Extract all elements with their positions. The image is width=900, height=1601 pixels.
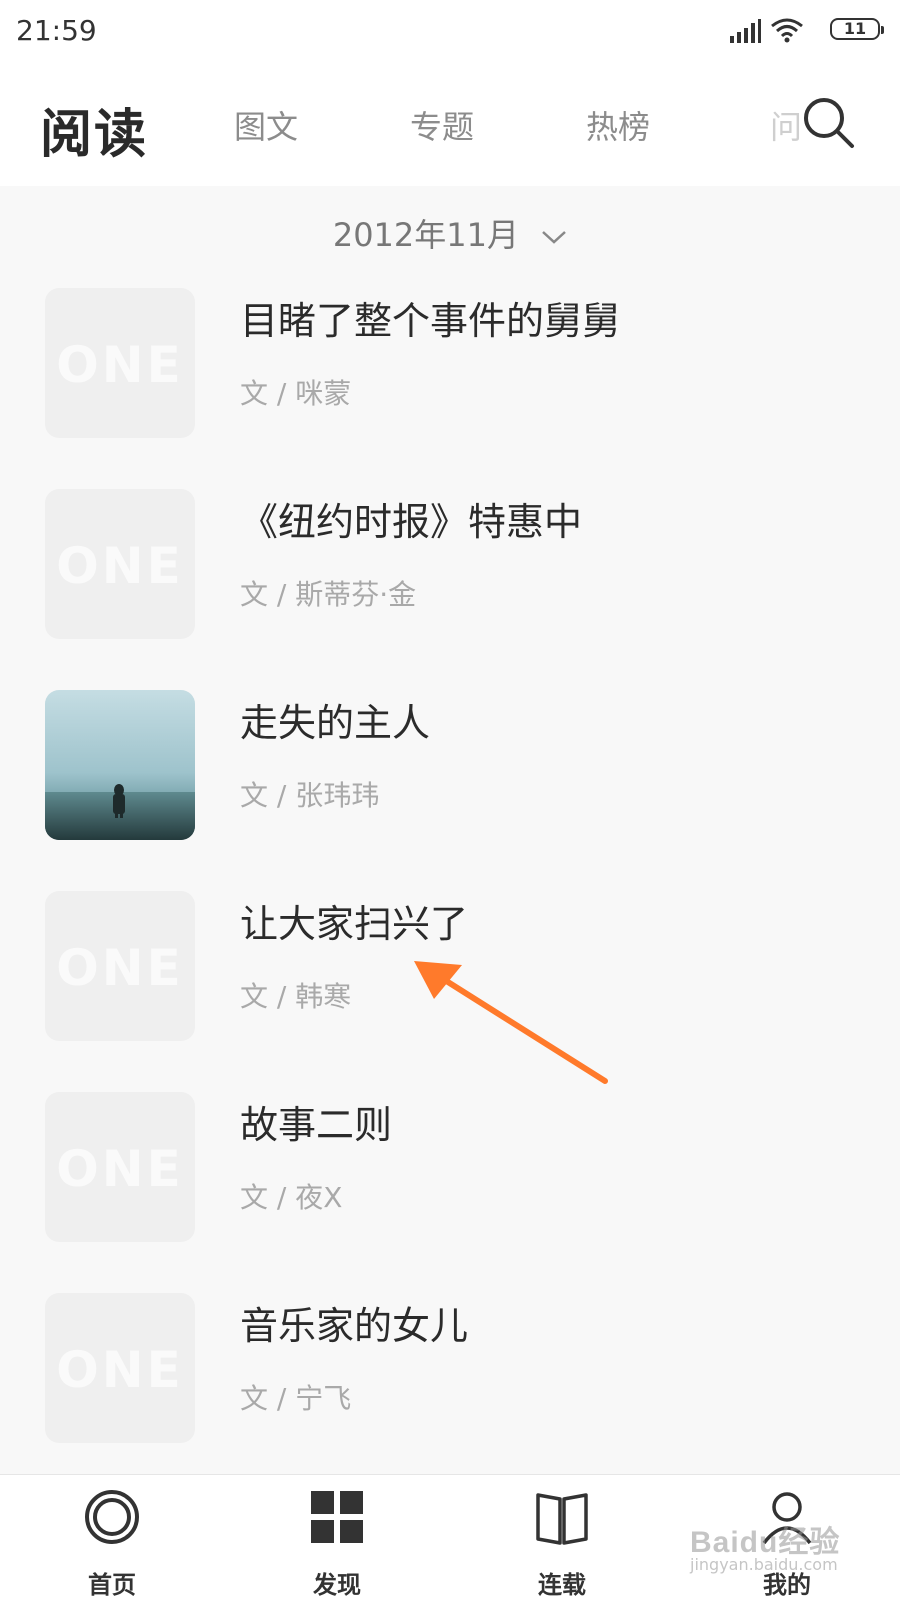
page-title: 阅读 bbox=[40, 105, 149, 165]
status-icons: 11 bbox=[706, 14, 886, 48]
article-title: 故事二则 bbox=[240, 1103, 393, 1147]
article-thumbnail: ONE bbox=[45, 1293, 195, 1443]
grid-icon bbox=[311, 1491, 363, 1543]
status-bar: 21:59 11 bbox=[0, 0, 900, 64]
article-author: 文 / 夜X bbox=[240, 1181, 343, 1214]
one-logo: ONE bbox=[56, 537, 184, 595]
list-item[interactable]: ONE 音乐家的女儿 文 / 宁飞 bbox=[0, 1291, 900, 1443]
date-value: 2012年11月 bbox=[332, 216, 519, 254]
foggy-field-photo bbox=[45, 690, 195, 840]
nav-label: 首页 bbox=[88, 1571, 136, 1599]
article-title: 《纽约时报》特惠中 bbox=[240, 500, 583, 544]
article-thumbnail: ONE bbox=[45, 891, 195, 1041]
one-logo: ONE bbox=[56, 939, 184, 997]
wifi-icon bbox=[771, 18, 803, 43]
article-author: 文 / 张玮玮 bbox=[240, 779, 380, 812]
tab-wen[interactable]: 问 bbox=[770, 102, 800, 148]
article-author: 文 / 宁飞 bbox=[240, 1382, 352, 1415]
nav-label: 连载 bbox=[538, 1571, 586, 1599]
article-title: 目睹了整个事件的舅舅 bbox=[240, 299, 621, 343]
annotation-arrow-icon bbox=[414, 961, 608, 1084]
article-title: 让大家扫兴了 bbox=[240, 902, 469, 946]
header: 阅读 图文 专题 热榜 问 bbox=[0, 64, 900, 186]
signal-icon bbox=[730, 19, 761, 43]
watermark-sub: jingyan.baidu.com bbox=[690, 1555, 838, 1574]
article-thumbnail: ONE bbox=[45, 288, 195, 438]
bottom-nav: 首页 发现 连载 我的 Baidu经验 jingyan.baidu.com bbox=[0, 1474, 900, 1601]
chevron-down-icon bbox=[542, 231, 567, 244]
list-item[interactable]: ONE 故事二则 文 / 夜X bbox=[0, 1090, 900, 1242]
one-logo: ONE bbox=[56, 1341, 184, 1399]
status-time: 21:59 bbox=[16, 14, 97, 47]
search-icon[interactable] bbox=[800, 94, 856, 150]
one-logo: ONE bbox=[56, 336, 184, 394]
list-item[interactable]: ONE 《纽约时报》特惠中 文 / 斯蒂芬·金 bbox=[0, 487, 900, 639]
home-icon bbox=[85, 1490, 139, 1544]
article-author: 文 / 斯蒂芬·金 bbox=[240, 578, 417, 611]
tab-zhuanti[interactable]: 专题 bbox=[410, 102, 474, 148]
nav-label: 发现 bbox=[313, 1571, 361, 1599]
article-author: 文 / 韩寒 bbox=[240, 980, 352, 1013]
date-selector[interactable]: 2012年11月 bbox=[0, 210, 900, 256]
one-logo: ONE bbox=[56, 1140, 184, 1198]
book-icon bbox=[536, 1493, 588, 1545]
article-thumbnail: ONE bbox=[45, 489, 195, 639]
tab-rebang[interactable]: 热榜 bbox=[586, 102, 650, 148]
tab-tuwen[interactable]: 图文 bbox=[234, 102, 298, 148]
article-author: 文 / 咪蒙 bbox=[240, 377, 352, 410]
article-thumbnail-photo bbox=[45, 690, 195, 840]
nav-serial[interactable]: 连载 bbox=[502, 1475, 622, 1601]
nav-home[interactable]: 首页 bbox=[52, 1475, 172, 1601]
article-thumbnail: ONE bbox=[45, 1092, 195, 1242]
nav-discover[interactable]: 发现 bbox=[277, 1475, 397, 1601]
list-item[interactable]: ONE 目睹了整个事件的舅舅 文 / 咪蒙 bbox=[0, 286, 900, 438]
list-item[interactable]: 走失的主人 文 / 张玮玮 bbox=[0, 688, 900, 840]
battery-icon: 11 bbox=[830, 18, 884, 40]
article-title: 音乐家的女儿 bbox=[240, 1304, 469, 1348]
article-title: 走失的主人 bbox=[240, 701, 431, 745]
